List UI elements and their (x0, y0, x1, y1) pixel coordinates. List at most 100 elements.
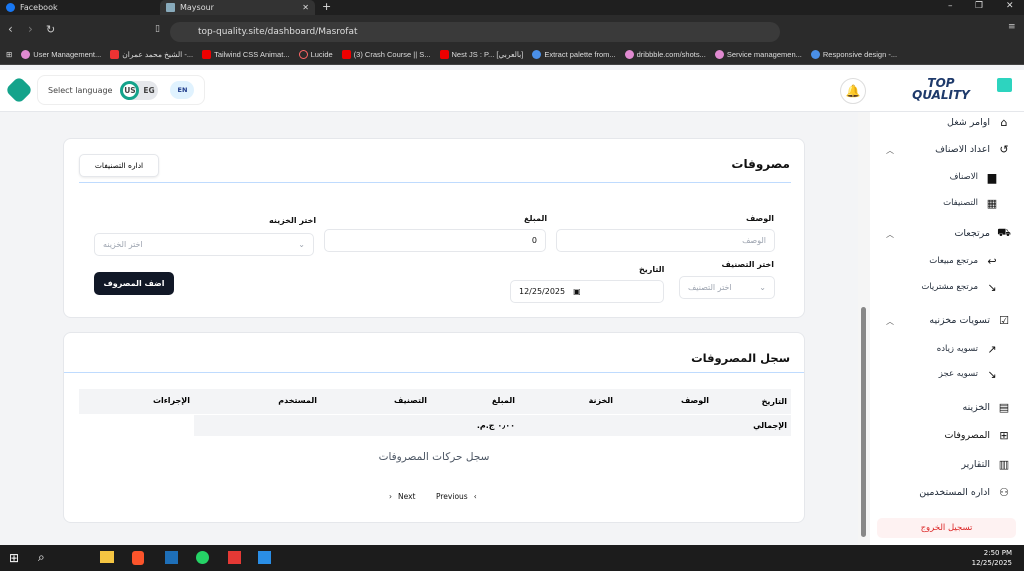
expense-log-card: سجل المصروفات التاريخ الوصف الخزنة المبل… (63, 332, 805, 523)
bookmark-item[interactable]: Lucide (298, 50, 333, 59)
bookmark-icon[interactable]: ▯ (155, 24, 160, 34)
next-button[interactable]: › Next (389, 492, 415, 501)
column-amount: المبلغ (491, 396, 515, 405)
column-category: التصنيف (394, 396, 427, 405)
reload-button[interactable]: ↻ (46, 23, 55, 36)
wps-icon[interactable] (228, 551, 241, 564)
url-input[interactable]: top-quality.site/dashboard/Masrofat (170, 22, 780, 42)
sidebar-item-work-orders[interactable]: ⌂ اوامر شغل (947, 116, 1010, 129)
scrollbar-thumb[interactable] (861, 307, 866, 537)
bookmark-item[interactable]: dribbble.com/shots... (624, 50, 706, 59)
table-header: التاريخ الوصف الخزنة المبلغ التصنيف المس… (79, 389, 791, 414)
maximize-button[interactable]: ❐ (975, 1, 983, 11)
lang-eg[interactable]: EG (139, 81, 158, 100)
sidebar-item-treasury[interactable]: ▤ الخزينه (962, 400, 1010, 414)
column-treasury: الخزنة (588, 396, 613, 405)
previous-button[interactable]: Previous ‹ (436, 492, 477, 501)
category-label: اختر التصنيف (721, 260, 775, 269)
sidebar-item-sales-returns[interactable]: ↩ مرتجع مبيعات (929, 254, 998, 268)
sidebar-item-inventory-adjustments[interactable]: ☑ تسويات مخزنيه (929, 314, 1010, 327)
refresh-icon: ↺ (999, 142, 1009, 156)
column-actions: الإجراءات (152, 396, 190, 405)
bookmark-item[interactable]: الشيخ محمد عمران -... (110, 50, 193, 59)
amount-label: المبلغ (524, 214, 548, 223)
sidebar-item-user-management[interactable]: ⚇ اداره المستخدمين (919, 486, 1010, 499)
sidebar-item-purchase-returns[interactable]: ↘ مرتجع مشتريات (921, 281, 998, 294)
sidebar-item-shortage-adjustment[interactable]: ↘ تسويه عجز (939, 368, 998, 381)
bookmark-item[interactable]: Tailwind CSS Animat... (202, 50, 290, 59)
tab-maysour[interactable]: Maysour ✕ (160, 0, 315, 15)
windows-start-icon[interactable]: ⊞ (9, 551, 19, 565)
bookmark-item[interactable]: Extract palette from... (532, 50, 616, 59)
return-icon: ↩ (987, 254, 997, 268)
clock[interactable]: 2:50 PM 12/25/2025 (972, 548, 1012, 568)
safe-icon: ▤ (998, 400, 1010, 414)
chevron-up-icon[interactable]: ︿ (886, 316, 894, 327)
brave-icon[interactable] (132, 551, 144, 565)
add-expense-button[interactable]: اضف المصروف (94, 272, 174, 295)
page-title: مصروفات (731, 157, 790, 171)
apps-icon[interactable]: ⊞ (6, 50, 12, 59)
vscode-icon[interactable] (258, 551, 271, 564)
amount-input[interactable]: 0 (324, 229, 546, 252)
back-button[interactable]: ‹ (8, 22, 13, 36)
total-label: الإجمالي (753, 421, 787, 430)
lang-us[interactable]: US (120, 80, 140, 100)
bookmark-item[interactable]: Nest JS : P... [بالعربي] (439, 50, 523, 59)
sidebar-item-expenses[interactable]: ⊞ المصروفات (945, 429, 1010, 442)
whatsapp-icon[interactable] (196, 551, 209, 564)
menu-icon[interactable]: ≡ (1008, 22, 1016, 32)
divider (64, 372, 804, 373)
description-input[interactable]: الوصف (556, 229, 775, 252)
total-value: ٠٫٠٠ ج.م. (476, 421, 515, 430)
bookmark-item[interactable]: User Management... (21, 50, 101, 59)
search-icon[interactable]: ⌕ (38, 550, 45, 565)
date-label: التاريخ (639, 265, 665, 274)
powershell-icon[interactable] (165, 551, 178, 564)
extension-icon[interactable] (997, 78, 1012, 92)
minimize-button[interactable]: – (948, 1, 953, 11)
column-user: المستخدم (278, 396, 317, 405)
bookmark-item[interactable]: (3) Crash Course || S... (341, 50, 431, 59)
file-explorer-icon[interactable] (100, 551, 114, 563)
forward-button[interactable]: › (28, 22, 33, 36)
sidebar-item-categories[interactable]: ▦ التصنيفات (943, 197, 998, 210)
notifications-bell-icon[interactable]: 🔔 (840, 78, 866, 104)
treasury-select[interactable]: اختر الخزينه ⌄ (94, 233, 314, 256)
column-description: الوصف (680, 396, 709, 405)
close-tab-icon[interactable]: ✕ (302, 3, 309, 12)
sidebar-item-returns[interactable]: ⛟ مرتجعات (954, 226, 1010, 239)
bookmark-item[interactable]: Responsive design -... (810, 50, 897, 59)
column-date: التاريخ (761, 397, 787, 406)
sidebar-item-increase-adjustment[interactable]: ↗ تسويه زياده (937, 342, 998, 356)
divider (79, 182, 791, 183)
manage-categories-button[interactable]: اداره التصنيفات (79, 154, 159, 177)
chevron-up-icon[interactable]: ︿ (886, 229, 894, 240)
chevron-up-icon[interactable]: ︿ (886, 145, 894, 156)
chevron-down-icon: ⌄ (759, 283, 766, 292)
language-toggle[interactable]: US EG (120, 80, 159, 100)
total-row: الإجمالي ٠٫٠٠ ج.م. (194, 415, 791, 436)
settings-icon[interactable] (4, 75, 34, 105)
bookmark-item[interactable]: Service managemen... (714, 50, 802, 59)
trending-up-icon: ↗ (987, 342, 997, 356)
empty-state-text: سجل حركات المصروفات (378, 451, 490, 463)
sidebar-item-items[interactable]: ▆ الاصناف (950, 171, 998, 184)
facebook-icon (6, 3, 15, 12)
description-label: الوصف (745, 214, 774, 223)
calendar-icon[interactable]: ▣ (573, 287, 581, 296)
category-select[interactable]: اختر التصنيف ⌄ (679, 276, 775, 299)
new-tab-button[interactable]: + (322, 0, 331, 13)
chevron-left-icon: ‹ (473, 492, 477, 501)
close-window-button[interactable]: ✕ (1006, 1, 1014, 11)
bookmarks-bar: ⊞ User Management... الشيخ محمد عمران -.… (0, 45, 1024, 65)
scrollbar[interactable] (858, 112, 870, 545)
date-input[interactable]: 12/25/2025 ▣ (510, 280, 664, 303)
logout-button[interactable]: تسجيل الخروج (877, 518, 1016, 538)
sidebar-item-items-setup[interactable]: ↺ اعداد الاصناف (935, 142, 1010, 156)
sidebar-item-reports[interactable]: ▥ التقارير (961, 458, 1010, 471)
tab-facebook[interactable]: Facebook (0, 0, 155, 15)
treasury-label: اختر الخزينه (269, 216, 317, 225)
taskbar: ⊞ ⌕ 2:50 PM 12/25/2025 (0, 545, 1024, 571)
browser-tab-strip: Facebook Maysour ✕ + – ❐ ✕ (0, 0, 1024, 15)
